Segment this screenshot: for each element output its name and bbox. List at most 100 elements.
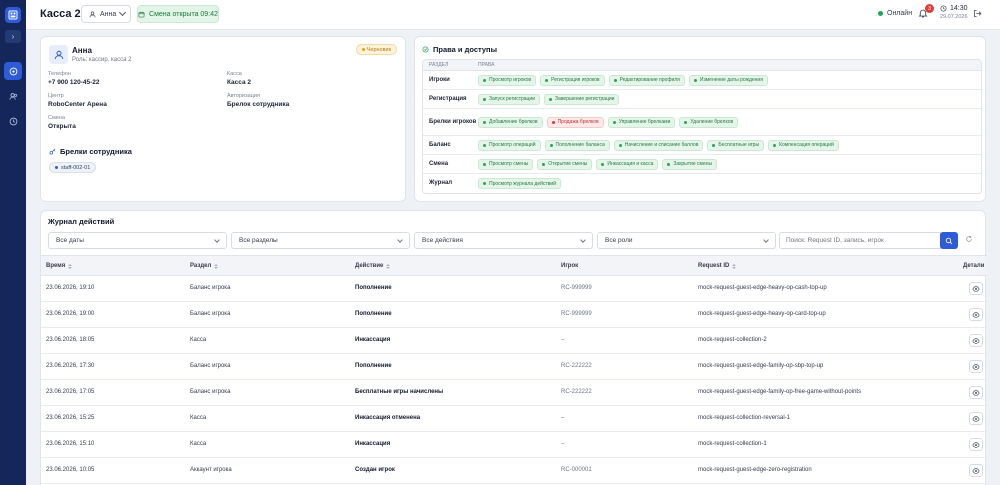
permission-label: Запуск регистрации [489,96,536,102]
permission-label: Открытие смены [548,161,588,167]
eye-icon [972,389,980,396]
reset-filters-button[interactable] [965,235,975,245]
column-header-action[interactable]: Действие [355,263,391,269]
cell-section: Аккаунт игрока [190,467,232,473]
logout-button[interactable] [973,9,983,19]
field-label: Касса [227,71,242,77]
view-details-button[interactable] [969,464,983,477]
table-row[interactable]: 23.06.2026, 10:05 Аккаунт игрока Создан … [41,458,987,484]
cell-player: – [561,441,565,447]
shift-status-badge[interactable]: Смена открыта 09:42 [137,5,219,23]
cell-action: Инкассация [355,337,391,343]
calendar-icon [138,11,145,17]
permission-label: Редактирование профиля [619,77,680,83]
column-header-details: Детали [963,263,984,269]
eye-icon [972,285,980,292]
app-logo[interactable] [5,7,21,23]
view-details-button[interactable] [969,360,983,373]
column-header-label: Детали [963,263,985,269]
filter-dates-value: Все даты [56,237,84,244]
rights-row-shift: Смена Просмотр смены Открытие смены Инка… [423,155,981,174]
cell-section: Касса [190,441,207,447]
column-header-request[interactable]: Request ID [698,263,737,269]
field-value: Касса 2 [227,79,252,86]
view-details-button[interactable] [969,386,983,399]
permission-label: Продажа брелков [557,119,599,125]
check-circle-icon [422,46,429,53]
view-details-button[interactable] [969,412,983,425]
cell-action: Инкассация отменена [355,415,421,421]
online-label: Онлайн [887,10,913,17]
notifications-button[interactable]: 3 [918,4,934,20]
nav-item-users[interactable] [4,87,22,105]
search-input[interactable] [779,232,941,249]
field-label: Телефон [48,71,71,77]
cell-time: 23.06.2026, 10:05 [46,467,95,473]
table-row[interactable]: 23.06.2026, 17:05 Баланс игрока Бесплатн… [41,380,987,406]
field-phone: Телефон +7 900 120-45-22 [48,71,100,86]
online-dot-icon [878,11,883,16]
column-header-time[interactable]: Время [46,263,73,269]
filter-dates-select[interactable]: Все даты [48,232,227,249]
status-badge-label: Черновик [366,46,391,53]
filter-roles-select[interactable]: Все роли [597,232,776,249]
cell-section: Баланс игрока [190,389,231,395]
chevron-down-icon [580,237,586,243]
permission-label: Управление брелками [618,119,671,125]
cash-icon [9,67,17,75]
user-select[interactable]: Анна [81,5,131,23]
table-row[interactable]: 23.06.2026, 17:30 Баланс игрока Пополнен… [41,354,987,380]
table-row[interactable]: 23.06.2026, 15:25 Касса Инкассация отмен… [41,406,987,432]
sidebar-toggle-button[interactable]: › [5,30,21,43]
allowed-dot-icon [483,78,486,82]
rights-row-journal: Журнал Просмотр журнала действий [423,174,981,193]
eye-icon [972,363,980,370]
cell-request: mock-request-collection-reversal-1 [698,415,791,421]
clock-time: 14:30 [950,5,968,12]
allowed-dot-icon [483,97,486,101]
rights-row-players: Игроки Просмотр игроков Регистрация игро… [423,71,981,90]
filter-roles-value: Все роли [605,237,633,244]
field-label: Смена [48,115,65,121]
cell-player: RC-222222 [561,363,592,369]
clock-icon [940,5,947,12]
view-details-button[interactable] [969,282,983,295]
cell-request: mock-request-collection-1 [698,441,767,447]
permission-chip-denied: Продажа брелков [546,116,604,128]
column-header-label: Request ID [698,263,730,269]
filter-actions-select[interactable]: Все действия [414,232,593,249]
refresh-icon [966,236,972,242]
status-dot-icon [361,48,365,51]
table-row[interactable]: 23.06.2026, 19:10 Баланс игрока Пополнен… [41,276,987,302]
search-button[interactable] [940,232,958,249]
table-row[interactable]: 23.06.2026, 19:00 Баланс игрока Пополнен… [41,302,987,328]
profile-card: Анна Роль: кассир, касса 2 Черновик Теле… [40,36,406,202]
view-details-button[interactable] [969,334,983,347]
permission-chip: Редактирование профиля [608,74,685,86]
cell-action: Пополнение [355,285,392,291]
field-value: Открыта [48,123,76,130]
nav-item-history[interactable] [4,112,22,130]
permission-chip: Бесплатные игры [707,139,765,151]
permission-chip: Добавление брелков [478,116,543,128]
rights-section-label: Регистрация [429,95,467,102]
allowed-dot-icon [773,143,777,147]
column-header-section[interactable]: Раздел [190,263,219,269]
table-row[interactable]: 23.06.2026, 18:05 Касса Инкассация – moc… [41,328,987,354]
nav-item-cashier[interactable] [4,62,22,80]
table-row[interactable]: 23.06.2026, 15:10 Касса Инкассация – moc… [41,432,987,458]
key-chip[interactable]: staff-002-01 [49,162,97,173]
field-value: RoboCenter Арена [48,101,107,108]
permission-chip: Закрытие смены [662,158,718,170]
rights-title-label: Права и доступы [433,45,497,54]
filter-sections-select[interactable]: Все разделы [231,232,410,249]
logout-icon [974,9,982,18]
rights-table-header: РАЗДЕЛ ПРАВА [423,60,981,71]
view-details-button[interactable] [969,308,983,321]
allowed-dot-icon [542,162,546,166]
permission-chip: Регистрация игроков [540,74,605,86]
allowed-dot-icon [549,143,553,147]
allowed-dot-icon [667,162,671,166]
permission-label: Завершение регистрации [555,96,615,102]
view-details-button[interactable] [969,438,983,451]
